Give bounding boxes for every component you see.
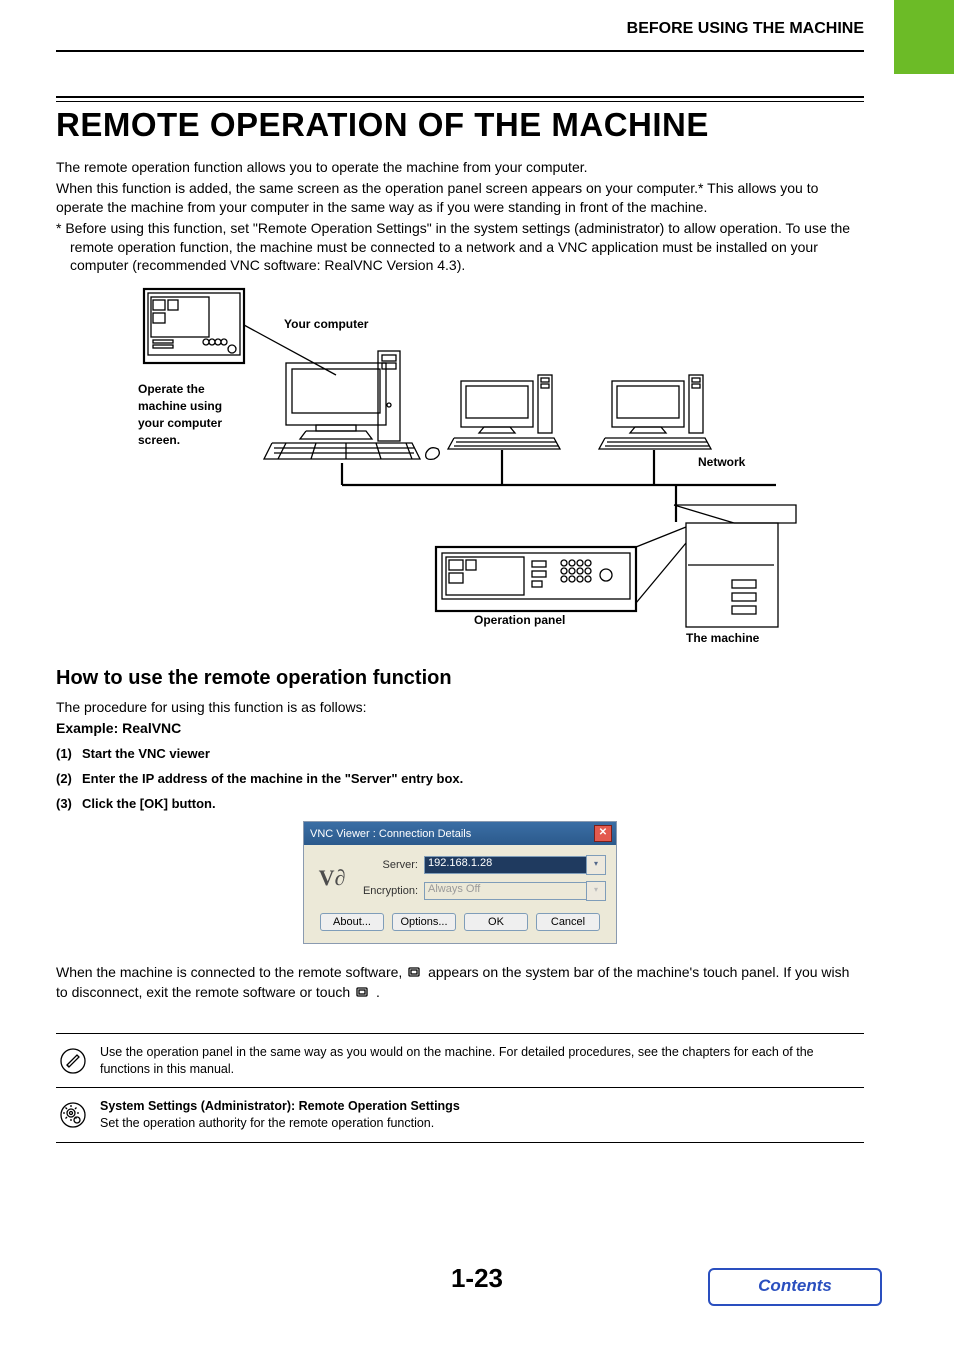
server-input[interactable]: 192.168.1.28 <box>424 856 587 874</box>
options-button[interactable]: Options... <box>392 913 456 931</box>
page-green-tab <box>894 0 954 74</box>
vnc-dialog: VNC Viewer : Connection Details ✕ V∂ Ser… <box>303 821 617 944</box>
diagram-machine-label: The machine <box>686 631 759 645</box>
cancel-button[interactable]: Cancel <box>536 913 600 931</box>
intro-paragraph-2: When this function is added, the same sc… <box>56 179 864 217</box>
howto-heading: How to use the remote operation function <box>56 667 864 690</box>
vnc-logo: V∂ <box>314 865 350 891</box>
step-2-text: Enter the IP address of the machine in t… <box>82 771 463 786</box>
howto-intro: The procedure for using this function is… <box>56 698 864 717</box>
ok-button[interactable]: OK <box>464 913 528 931</box>
server-dropdown-icon[interactable]: ▾ <box>586 855 606 875</box>
step-1: (1)Start the VNC viewer <box>56 746 864 761</box>
after-paragraph: When the machine is connected to the rem… <box>56 962 864 1003</box>
admin-gear-icon <box>60 1102 86 1128</box>
encryption-dropdown-icon: ▾ <box>586 881 606 901</box>
info-2-body: Set the operation authority for the remo… <box>100 1116 434 1130</box>
remote-indicator-icon <box>408 963 422 975</box>
encryption-input: Always Off <box>424 882 587 900</box>
pencil-note-icon <box>60 1048 86 1074</box>
server-label: Server: <box>354 859 418 871</box>
intro-paragraph-1: The remote operation function allows you… <box>56 158 864 177</box>
content-area: REMOTE OPERATION OF THE MACHINE The remo… <box>56 96 864 1143</box>
step-3-text: Click the [OK] button. <box>82 796 216 811</box>
vnc-titlebar: VNC Viewer : Connection Details ✕ <box>304 822 616 845</box>
header-rule <box>56 50 864 52</box>
step-2: (2)Enter the IP address of the machine i… <box>56 771 864 786</box>
steps-list: (1)Start the VNC viewer (2)Enter the IP … <box>56 746 864 811</box>
diagram-operate-label: Operate the machine using your computer … <box>138 381 248 448</box>
network-diagram: Your computer Operate the machine using … <box>56 285 864 645</box>
diagram-your-computer-label: Your computer <box>284 317 368 331</box>
remote-indicator-icon-2 <box>356 983 370 995</box>
info-text-1: Use the operation panel in the same way … <box>100 1044 860 1078</box>
step-1-text: Start the VNC viewer <box>82 746 210 761</box>
howto-example: Example: RealVNC <box>56 719 864 738</box>
encryption-label: Encryption: <box>354 885 418 897</box>
about-button[interactable]: About... <box>320 913 384 931</box>
info-text-2: System Settings (Administrator): Remote … <box>100 1098 460 1132</box>
title-top-rule <box>56 96 864 102</box>
contents-button[interactable]: Contents <box>708 1268 882 1306</box>
diagram-network-label: Network <box>698 455 745 469</box>
vnc-title-text: VNC Viewer : Connection Details <box>310 828 471 840</box>
step-3: (3)Click the [OK] button. <box>56 796 864 811</box>
info-2-title: System Settings (Administrator): Remote … <box>100 1099 460 1113</box>
after-text-3: . <box>376 984 380 1000</box>
diagram-panel-label: Operation panel <box>474 613 565 627</box>
page-header-text: BEFORE USING THE MACHINE <box>56 20 864 38</box>
page-title: REMOTE OPERATION OF THE MACHINE <box>56 106 864 144</box>
info-box-admin: System Settings (Administrator): Remote … <box>56 1088 864 1143</box>
info-box-tip: Use the operation panel in the same way … <box>56 1033 864 1089</box>
close-icon[interactable]: ✕ <box>594 825 612 842</box>
footnote-paragraph: * Before using this function, set "Remot… <box>56 219 864 276</box>
after-text-1: When the machine is connected to the rem… <box>56 964 406 980</box>
